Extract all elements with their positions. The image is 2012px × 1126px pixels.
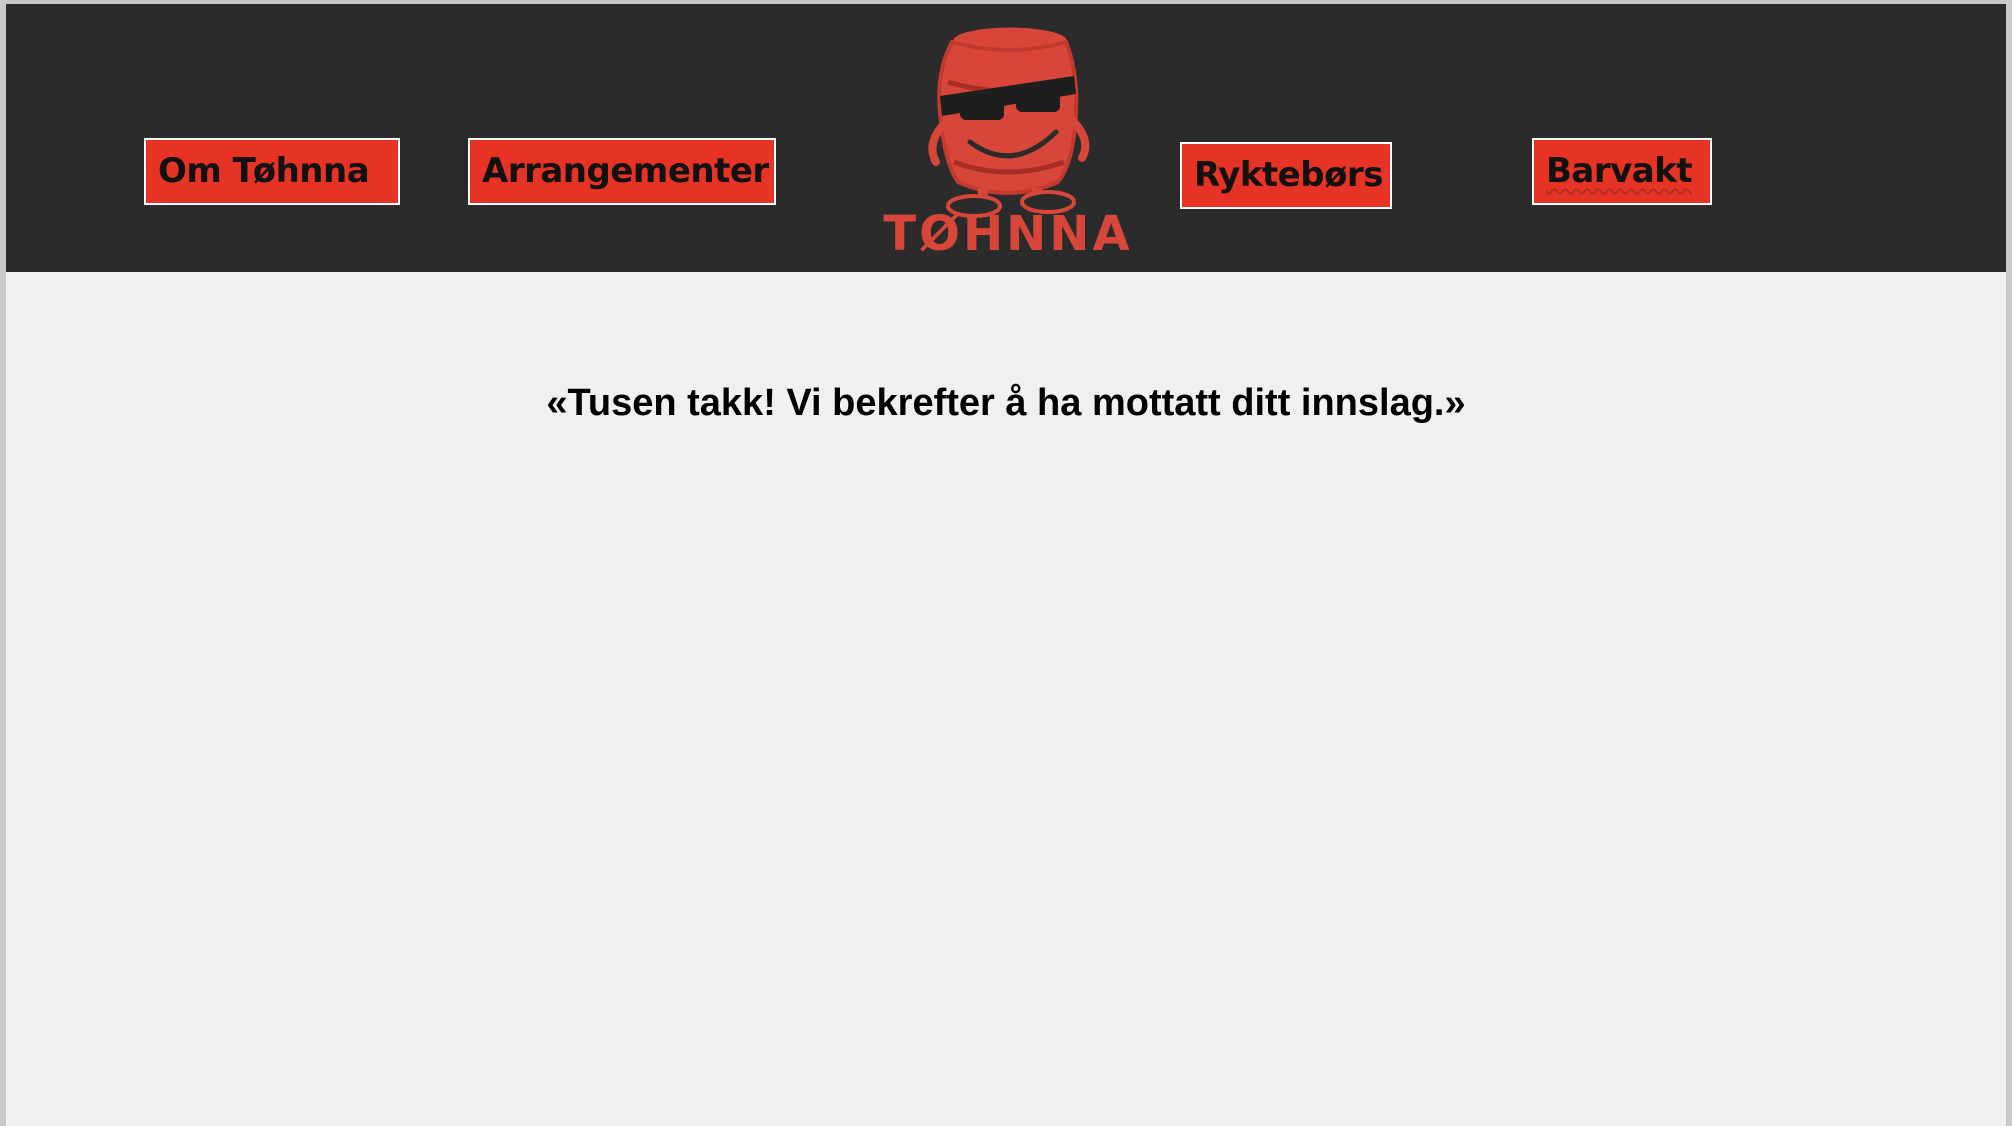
nav-label: Barvakt [1546, 151, 1693, 191]
logo-wordmark: TØHNNA [883, 206, 1133, 262]
nav-button-barvakt[interactable]: Barvakt [1532, 138, 1712, 205]
nav-label: Om Tøhnna [158, 151, 370, 191]
confirmation-message: «Tusen takk! Vi bekrefter å ha mottatt d… [546, 382, 1466, 424]
logo[interactable]: TØHNNA [878, 12, 1138, 267]
nav-button-arrangementer[interactable]: Arrangementer [468, 138, 776, 205]
nav-button-ryktebors[interactable]: Ryktebørs [1180, 142, 1392, 209]
page: Om Tøhnna Arrangementer TØHNNA Ryktebørs… [6, 4, 2006, 1126]
header-bar: Om Tøhnna Arrangementer TØHNNA Ryktebørs… [6, 4, 2006, 272]
nav-label: Ryktebørs [1194, 155, 1383, 195]
nav-button-om-tohnna[interactable]: Om Tøhnna [144, 138, 400, 205]
nav-label: Arrangementer [482, 151, 769, 191]
